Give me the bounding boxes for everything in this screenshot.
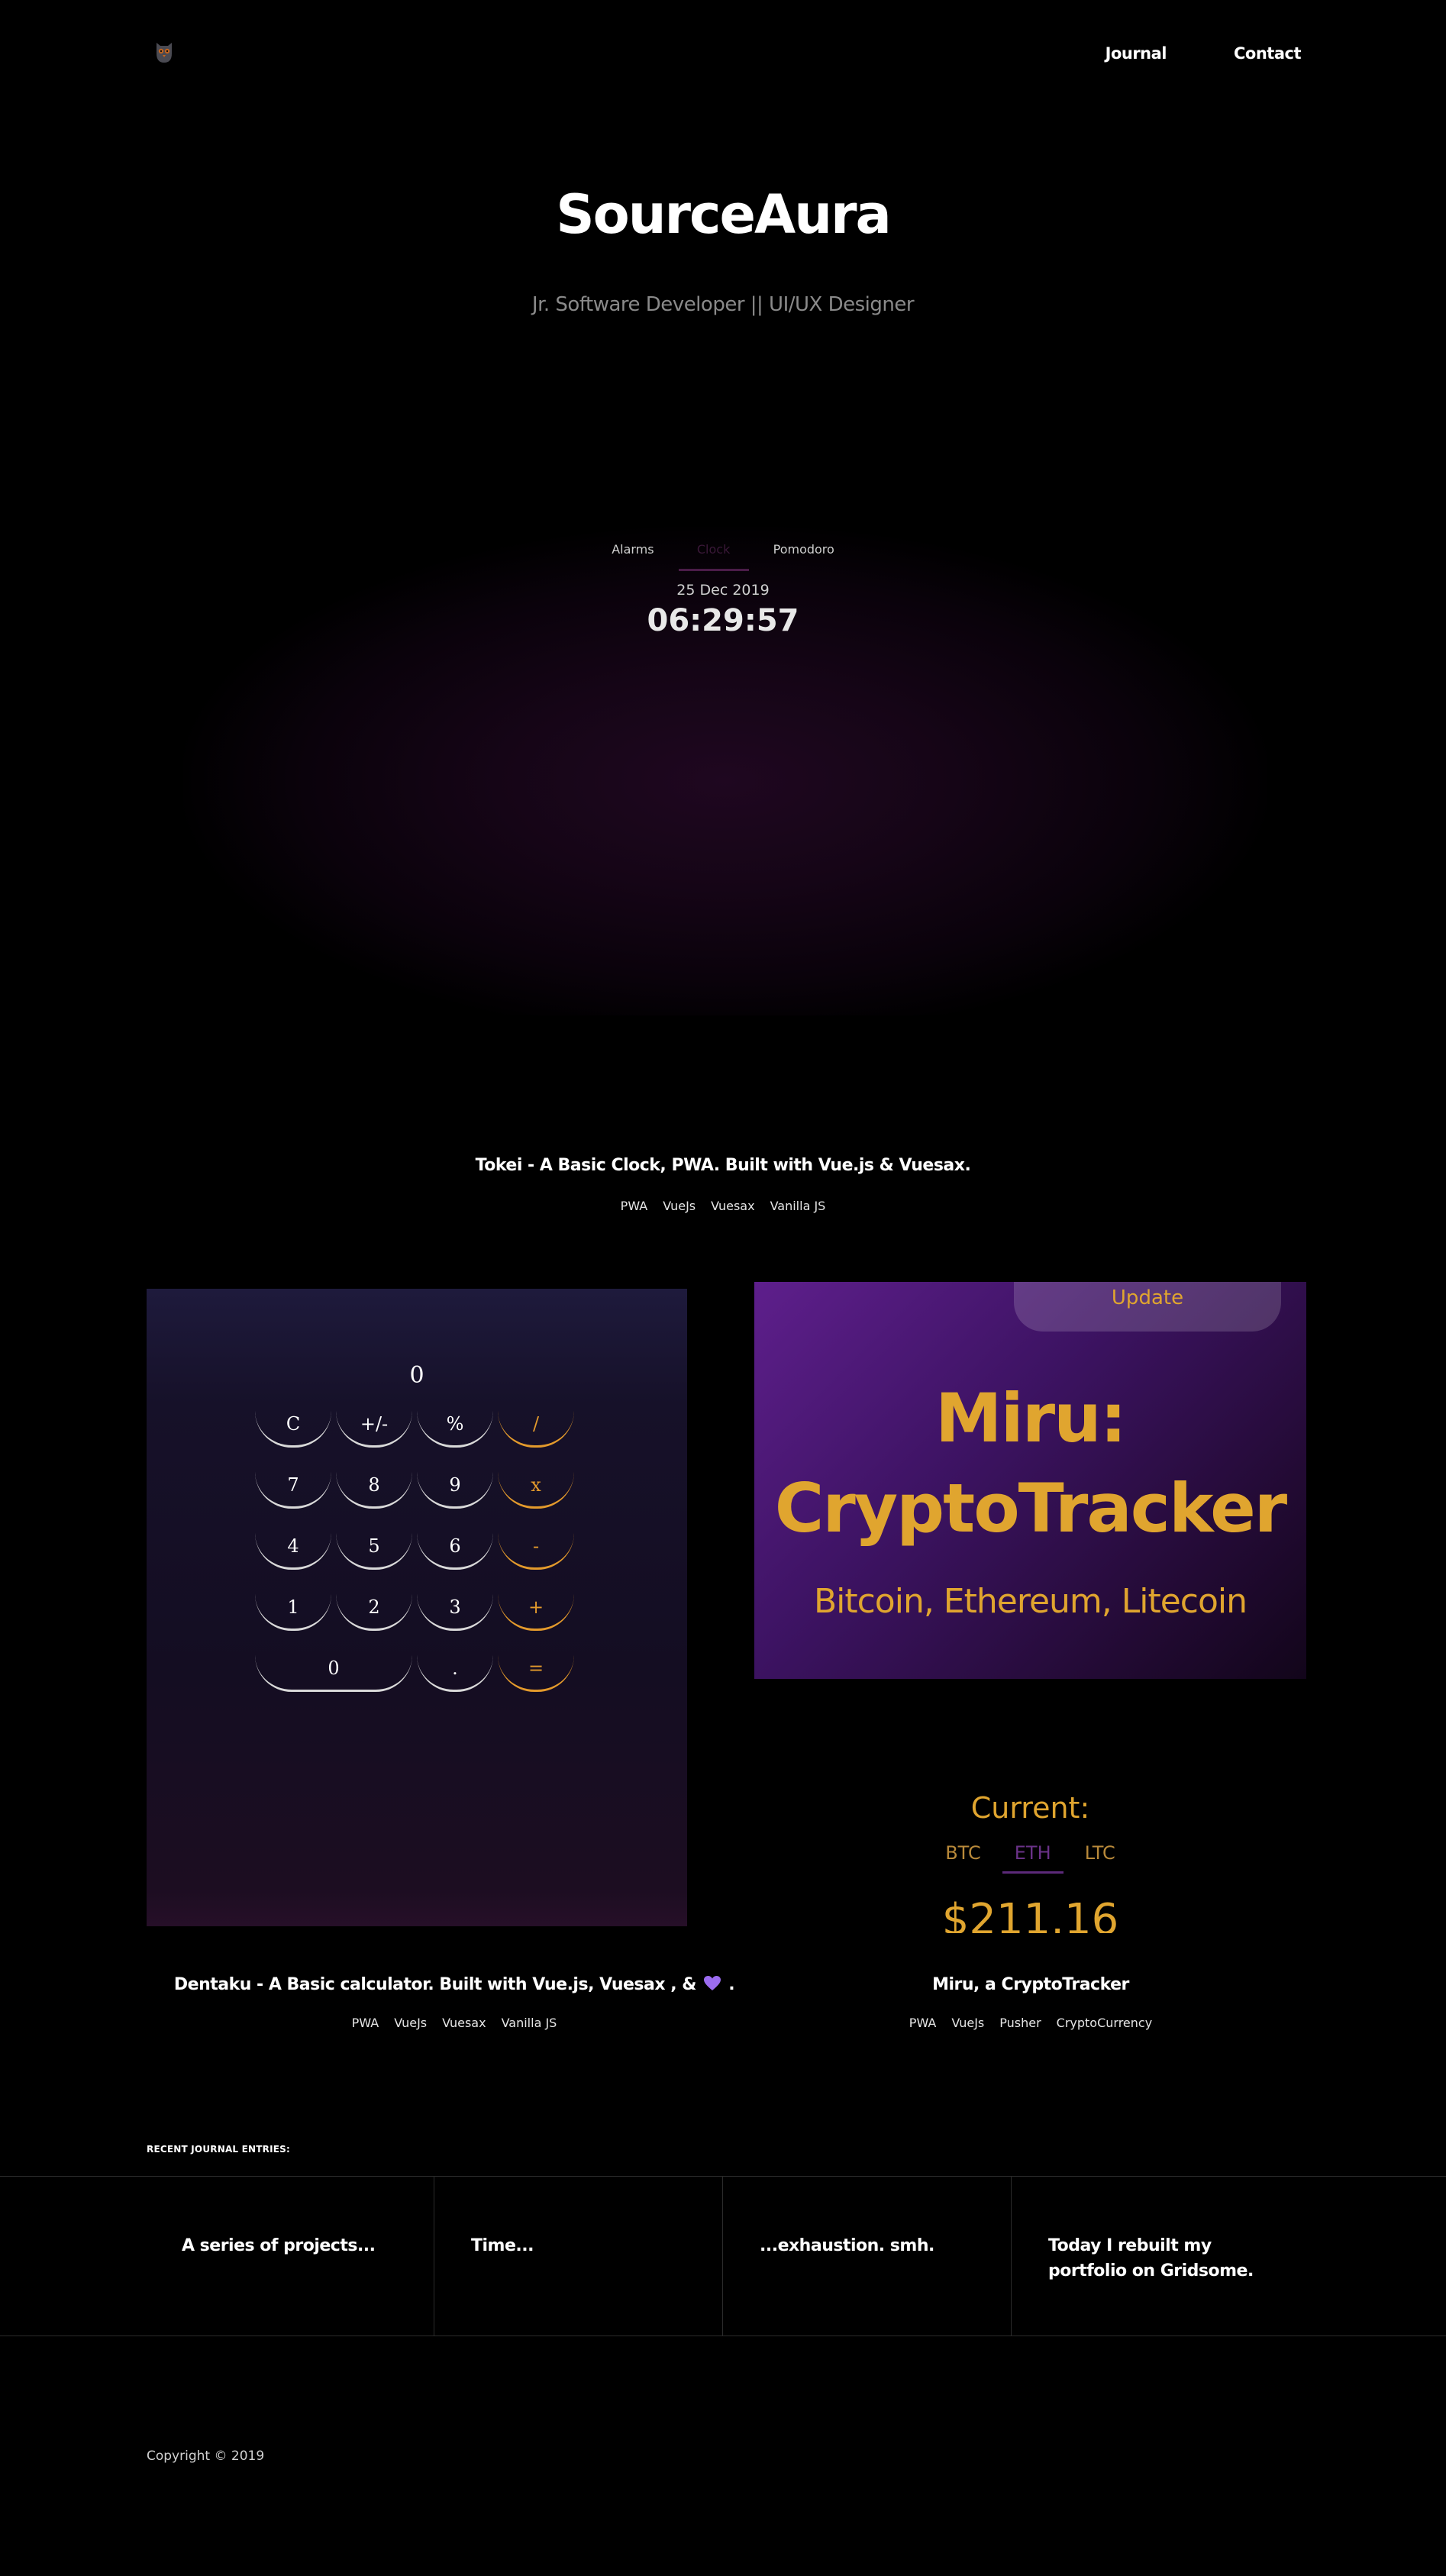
coin-price: $211.16 (941, 1895, 1119, 1933)
tag: Vanilla JS (770, 1199, 826, 1213)
tab-btc[interactable]: BTC (945, 1842, 980, 1874)
tab-ltc[interactable]: LTC (1085, 1842, 1115, 1874)
tag: CryptoCurrency (1056, 2016, 1153, 2030)
calculator-keypad: C +/- % / 7 8 9 x 4 5 6 - 1 2 3 + 0 . = (255, 1409, 579, 1692)
journal-entry-title: A series of projects... (182, 2236, 376, 2255)
calc-key-sign[interactable]: +/- (336, 1409, 412, 1448)
calc-key-subtract[interactable]: - (498, 1532, 574, 1570)
journal-entries: A series of projects... Time... ...exhau… (0, 2176, 1446, 2336)
calc-key-1[interactable]: 1 (255, 1593, 331, 1631)
tag: Vuesax (711, 1199, 755, 1213)
journal-entry[interactable]: Time... (434, 2177, 723, 2336)
calc-key-decimal[interactable]: . (417, 1654, 493, 1692)
calc-key-5[interactable]: 5 (336, 1532, 412, 1570)
miru-project-title[interactable]: Miru, a CryptoTracker (308, 1975, 1446, 1994)
miru-banner-line1: Miru: (935, 1379, 1127, 1457)
calc-key-equals[interactable]: = (498, 1654, 574, 1692)
calc-key-7[interactable]: 7 (255, 1470, 331, 1509)
tokei-preview[interactable] (183, 527, 1267, 1015)
miru-banner-subtitle: Bitcoin, Ethereum, Litecoin (813, 1582, 1247, 1621)
tag: PWA (620, 1199, 648, 1213)
update-button[interactable]: Update (1014, 1282, 1281, 1332)
calc-key-percent[interactable]: % (417, 1409, 493, 1448)
calc-key-6[interactable]: 6 (417, 1532, 493, 1570)
miru-banner-title: Miru: CryptoTracker (754, 1374, 1306, 1554)
calc-key-2[interactable]: 2 (336, 1593, 412, 1631)
main-nav: Journal Contact (1105, 44, 1302, 63)
tokei-project-title[interactable]: Tokei - A Basic Clock, PWA. Built with V… (0, 1156, 1446, 1175)
journal-entry[interactable]: A series of projects... (145, 2177, 434, 2336)
current-label: Current: (970, 1791, 1090, 1825)
calc-key-9[interactable]: 9 (417, 1470, 493, 1509)
journal-section-label: RECENT JOURNAL ENTRIES: (147, 2144, 291, 2155)
journal-entry[interactable]: Today I rebuilt my portfolio on Gridsome… (1012, 2177, 1446, 2336)
tag: VueJs (951, 2016, 985, 2030)
journal-entry-title: Time... (471, 2236, 534, 2255)
tab-eth[interactable]: ETH (1002, 1842, 1064, 1874)
tab-alarms[interactable]: Alarms (607, 542, 658, 571)
clock-time: 06:29:57 (647, 603, 799, 638)
tab-clock[interactable]: Clock (678, 542, 749, 571)
calc-key-3[interactable]: 3 (417, 1593, 493, 1631)
clock-date: 25 Dec 2019 (676, 582, 770, 599)
nav-contact-link[interactable]: Contact (1234, 44, 1302, 63)
miru-preview[interactable]: Update Miru: CryptoTracker Bitcoin, Ethe… (754, 1282, 1306, 1679)
calc-key-0[interactable]: 0 (255, 1654, 412, 1692)
tab-pomodoro[interactable]: Pomodoro (769, 542, 839, 571)
tag: PWA (909, 2016, 937, 2030)
calc-key-4[interactable]: 4 (255, 1532, 331, 1570)
miru-banner-line2: CryptoTracker (774, 1469, 1287, 1548)
journal-entry-title: Today I rebuilt my portfolio on Gridsome… (1048, 2236, 1254, 2281)
journal-entry-title: ...exhaustion. smh. (760, 2236, 934, 2255)
coin-tabs: BTC ETH LTC (754, 1842, 1306, 1874)
calc-key-divide[interactable]: / (498, 1409, 574, 1448)
tokei-tabs: Alarms Clock Pomodoro (0, 542, 1446, 571)
calc-key-multiply[interactable]: x (498, 1470, 574, 1509)
journal-entry[interactable]: ...exhaustion. smh. (723, 2177, 1012, 2336)
tag: VueJs (663, 1199, 696, 1213)
nav-journal-link[interactable]: Journal (1105, 44, 1167, 63)
site-subtitle: Jr. Software Developer || UI/UX Designer (531, 293, 915, 316)
calculator-display: 0 (409, 1362, 424, 1389)
copyright: Copyright © 2019 (147, 2448, 265, 2464)
tag: Pusher (999, 2016, 1041, 2030)
dentaku-preview[interactable]: 0 C +/- % / 7 8 9 x 4 5 6 - 1 2 3 + 0 . … (147, 1289, 687, 1926)
calc-key-clear[interactable]: C (255, 1409, 331, 1448)
site-title: SourceAura (556, 183, 892, 246)
calc-key-add[interactable]: + (498, 1593, 574, 1631)
owl-icon[interactable] (153, 40, 175, 64)
calc-key-8[interactable]: 8 (336, 1470, 412, 1509)
tokei-tags: PWA VueJs Vuesax Vanilla JS (0, 1199, 1446, 1213)
miru-tags: PWA VueJs Pusher CryptoCurrency (308, 2016, 1446, 2030)
